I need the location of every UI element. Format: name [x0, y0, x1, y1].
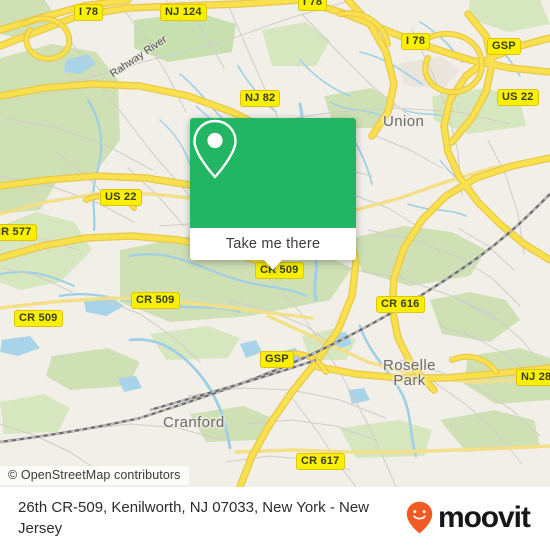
highway-shield: US 22 — [100, 189, 142, 206]
moovit-wordmark: moovit — [438, 500, 531, 534]
take-me-there-popup[interactable]: Take me there — [190, 118, 356, 270]
highway-shield: CR 577 — [0, 224, 37, 241]
take-me-there-button[interactable]: Take me there — [190, 228, 356, 260]
highway-shield: NJ 82 — [240, 90, 281, 107]
location-pin-icon — [193, 119, 237, 179]
moovit-logo[interactable]: moovit — [406, 487, 544, 534]
highway-shield: CR 509 — [131, 292, 180, 309]
location-title: 26th CR-509, Kenilworth, NJ 07033, New Y… — [18, 499, 370, 537]
highway-shield: CR 616 — [376, 296, 425, 313]
highway-shield: GSP — [487, 38, 521, 55]
highway-shield: CR 509 — [14, 310, 63, 327]
moovit-pin-icon — [406, 501, 433, 534]
highway-shield: US 22 — [497, 89, 539, 106]
page-footer: 26th CR-509, Kenilworth, NJ 07033, New Y… — [0, 487, 550, 550]
map-canvas[interactable]: .green { fill:#cfe0b5; } .green2 { fill:… — [0, 0, 550, 487]
highway-shield: GSP — [260, 351, 294, 368]
highway-shield: NJ 124 — [160, 4, 207, 21]
highway-shield: I 78 — [74, 4, 104, 21]
moovit-map-page: .green { fill:#cfe0b5; } .green2 { fill:… — [0, 0, 550, 550]
highway-shield: I 78 — [401, 33, 431, 50]
osm-attribution[interactable]: © OpenStreetMap contributors — [0, 466, 189, 485]
popup-banner — [190, 118, 356, 228]
take-me-there-label: Take me there — [225, 236, 321, 252]
highway-shield: I 78 — [298, 0, 328, 11]
highway-shield: NJ 28 — [516, 369, 550, 386]
popup-tail — [264, 260, 282, 270]
highway-shield: CR 617 — [296, 453, 345, 470]
